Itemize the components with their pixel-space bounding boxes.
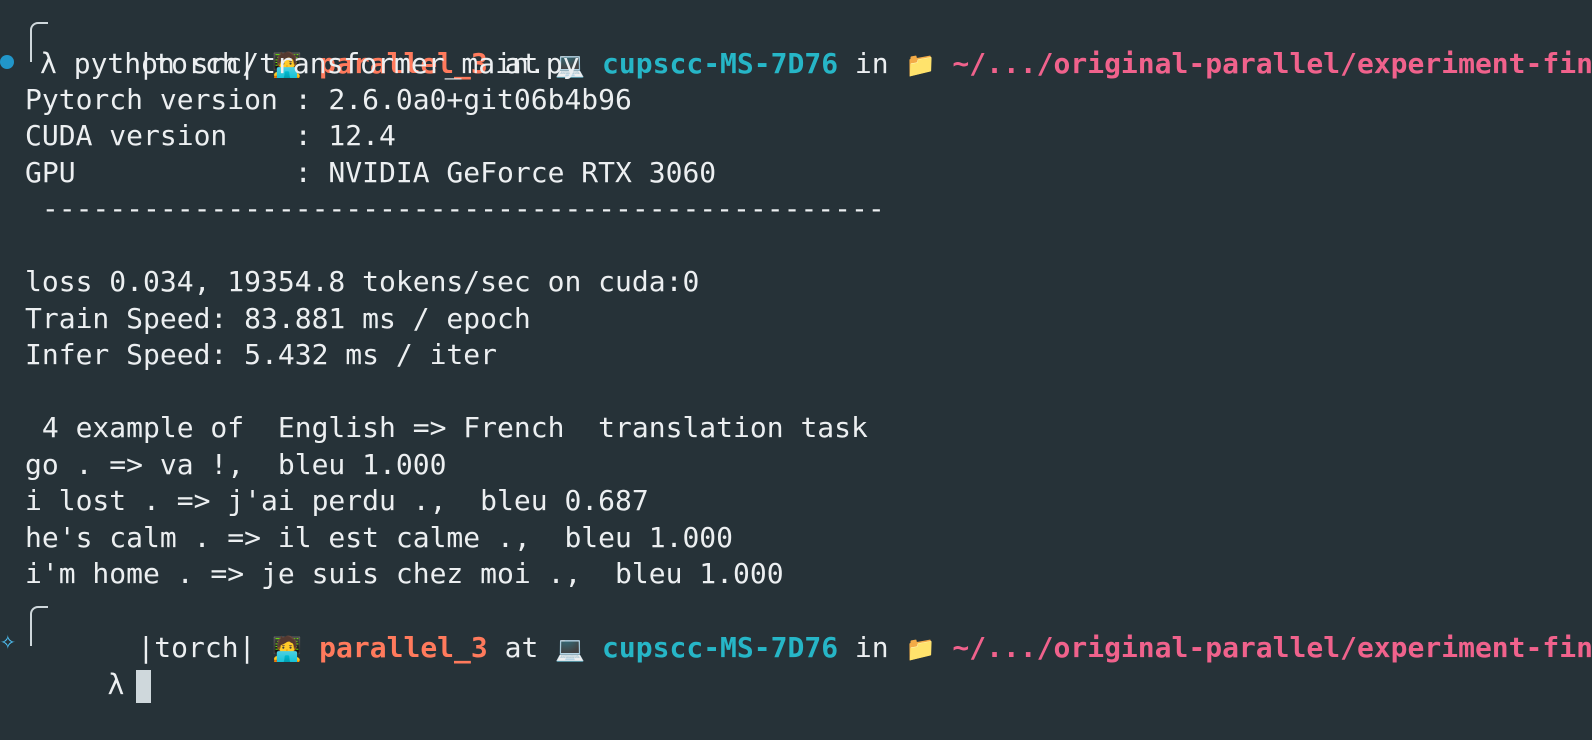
input-line[interactable]: λ xyxy=(40,629,152,703)
output-line: i'm home . => je suis chez moi ., bleu 1… xyxy=(25,557,784,590)
command-line: λ python src/transformer_main.py xyxy=(40,47,580,80)
prompt-host: cupscc-MS-7D76 xyxy=(602,47,839,80)
output-line: i lost . => j'ai perdu ., bleu 0.687 xyxy=(25,484,649,517)
output-line: Infer Speed: 5.432 ms / iter xyxy=(25,338,498,371)
output-line: Pytorch version : 2.6.0a0+git06b4b96 xyxy=(25,83,632,116)
text-cursor xyxy=(136,669,152,703)
output-line: 4 example of English => French translati… xyxy=(25,411,868,444)
prompt-at: at xyxy=(504,631,539,664)
output-line: CUDA version : 12.4 xyxy=(25,119,396,152)
person-technologist-icon: 🧑‍💻 xyxy=(272,635,303,663)
output-line: Train Speed: 83.881 ms / epoch xyxy=(25,302,531,335)
prompt-line: |torch| 🧑‍💻 parallel_3 at 💻 cupscc-MS-7D… xyxy=(70,8,1592,80)
prompt-host: cupscc-MS-7D76 xyxy=(602,631,839,664)
prompt-user: parallel_3 xyxy=(319,631,488,664)
prompt-path: ~/.../original-parallel/experiment-final xyxy=(952,631,1592,664)
folder-icon: 📁 xyxy=(905,51,936,79)
prompt-lambda: λ xyxy=(107,668,125,701)
output-line: GPU : NVIDIA GeForce RTX 3060 xyxy=(25,156,717,189)
output-line: go . => va !, bleu 1.000 xyxy=(25,448,447,481)
prompt-path: ~/.../original-parallel/experiment-final xyxy=(952,47,1592,80)
prompt-in: in xyxy=(854,631,889,664)
output-line: loss 0.034, 19354.8 tokens/sec on cuda:0 xyxy=(25,265,700,298)
status-dot-icon xyxy=(0,55,14,69)
folder-icon: 📁 xyxy=(905,635,936,663)
prompt-line: |torch| 🧑‍💻 parallel_3 at 💻 cupscc-MS-7D… xyxy=(70,592,1592,664)
output-line: he's calm . => il est calme ., bleu 1.00… xyxy=(25,521,734,554)
output-line: ----------------------------------------… xyxy=(25,192,885,225)
env-label: |torch| xyxy=(137,631,256,664)
terminal-window[interactable]: |torch| 🧑‍💻 parallel_3 at 💻 cupscc-MS-7D… xyxy=(0,0,1592,703)
prompt-in: in xyxy=(854,47,889,80)
laptop-icon: 💻 xyxy=(555,635,586,663)
sparkle-icon: ✧ xyxy=(0,626,16,656)
